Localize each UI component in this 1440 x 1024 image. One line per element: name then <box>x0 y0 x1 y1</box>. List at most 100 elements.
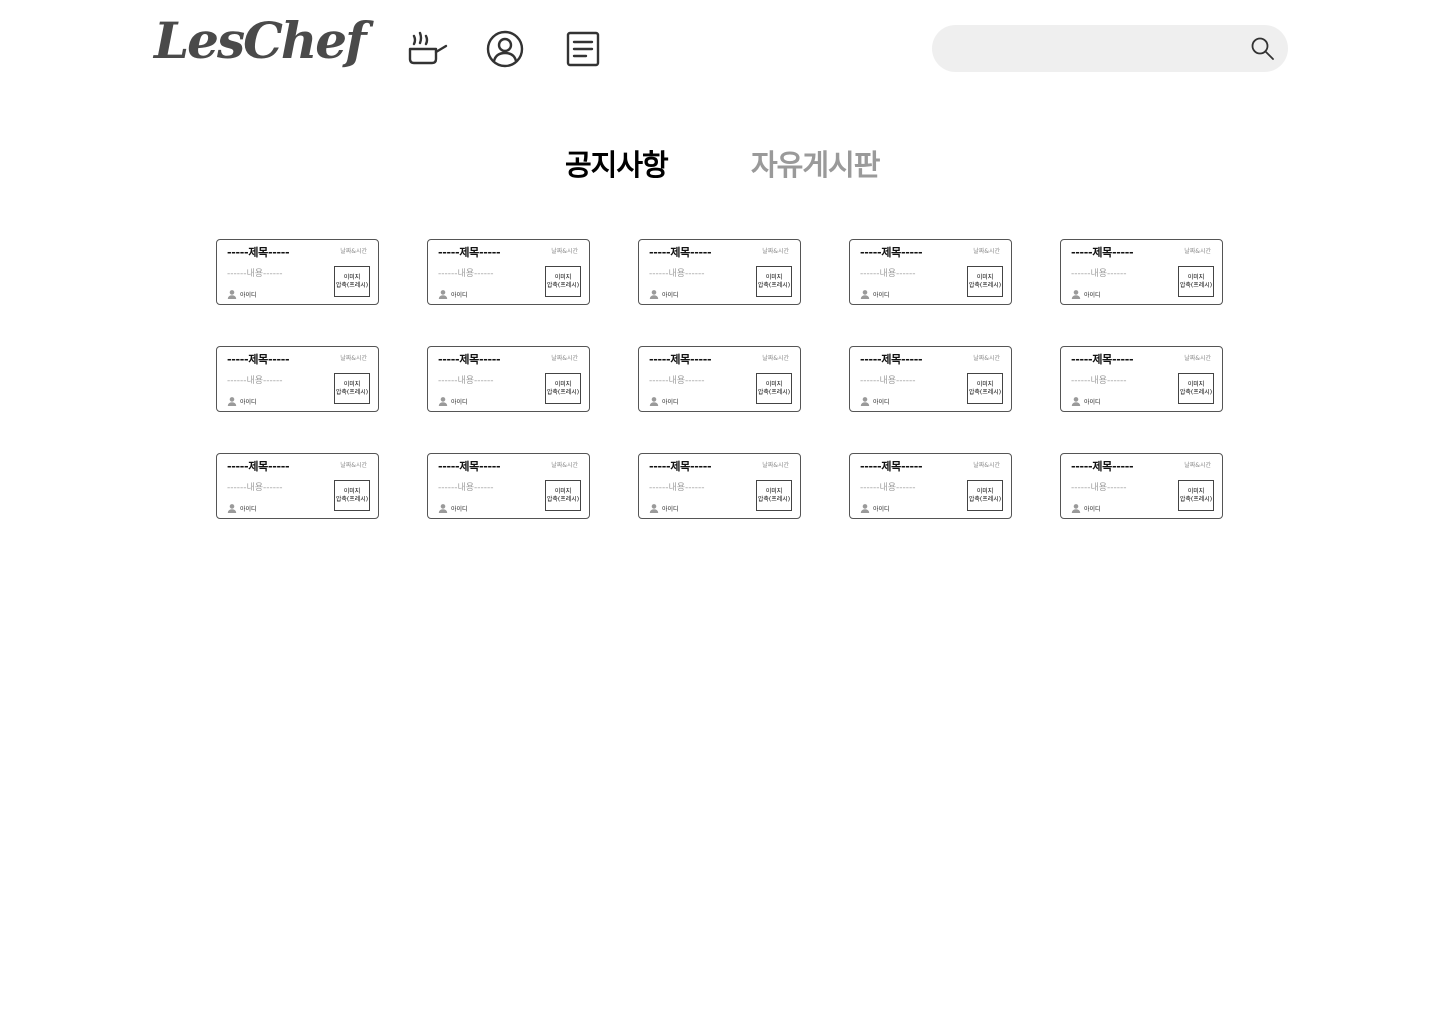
post-date: 날짜&시간 <box>762 462 789 469</box>
thumbnail-sublabel: 압축(프레시) <box>757 281 791 289</box>
post-author: 아이디 <box>649 503 679 513</box>
post-thumbnail: 이미지 압축(프레시) <box>545 480 581 511</box>
avatar-icon <box>227 290 237 299</box>
author-id: 아이디 <box>451 398 468 406</box>
thumbnail-label: 이미지 <box>343 273 361 281</box>
post-author: 아이디 <box>438 396 468 406</box>
thumbnail-label: 이미지 <box>1187 273 1205 281</box>
user-circle-icon[interactable] <box>484 28 526 70</box>
post-author: 아이디 <box>227 396 257 406</box>
avatar-icon <box>860 290 870 299</box>
thumbnail-label: 이미지 <box>1187 380 1205 388</box>
post-thumbnail: 이미지 압축(프레시) <box>756 373 792 404</box>
post-card[interactable]: -----제목----- 날짜&시간 ------내용------ 이미지 압축(프레시… <box>427 346 590 412</box>
thumbnail-sublabel: 압축(프레시) <box>1179 281 1213 289</box>
thumbnail-sublabel: 압축(프레시) <box>757 495 791 503</box>
post-card[interactable]: -----제목----- 날짜&시간 ------내용------ 이미지 압축(프레시… <box>216 239 379 305</box>
post-thumbnail: 이미지 압축(프레시) <box>334 266 370 297</box>
avatar-icon <box>1071 504 1081 513</box>
thumbnail-sublabel: 압축(프레시) <box>968 495 1002 503</box>
avatar-icon <box>860 504 870 513</box>
thumbnail-label: 이미지 <box>765 380 783 388</box>
thumbnail-sublabel: 압축(프레시) <box>546 495 580 503</box>
thumbnail-label: 이미지 <box>554 273 572 281</box>
post-card[interactable]: -----제목----- 날짜&시간 ------내용------ 이미지 압축(프레시… <box>849 453 1012 519</box>
cooking-pot-icon[interactable] <box>406 28 448 70</box>
tab-free-board[interactable]: 자유게시판 <box>751 146 880 184</box>
post-card[interactable]: -----제목----- 날짜&시간 ------내용------ 이미지 압축(프레시… <box>849 239 1012 305</box>
tab-notice[interactable]: 공지사항 <box>565 146 669 184</box>
post-content: ------내용------ <box>438 269 494 279</box>
thumbnail-sublabel: 압축(프레시) <box>546 388 580 396</box>
post-author: 아이디 <box>860 396 890 406</box>
post-thumbnail: 이미지 압축(프레시) <box>1178 266 1214 297</box>
post-card[interactable]: -----제목----- 날짜&시간 ------내용------ 이미지 압축(프레시… <box>1060 453 1223 519</box>
post-card[interactable]: -----제목----- 날짜&시간 ------내용------ 이미지 압축(프레시… <box>427 453 590 519</box>
avatar-icon <box>1071 290 1081 299</box>
author-id: 아이디 <box>1084 291 1101 299</box>
logo[interactable]: LesChef <box>154 16 367 66</box>
post-date: 날짜&시간 <box>551 462 578 469</box>
search-icon[interactable] <box>1250 36 1276 62</box>
post-content: ------내용------ <box>860 483 916 493</box>
thumbnail-label: 이미지 <box>976 380 994 388</box>
post-author: 아이디 <box>438 503 468 513</box>
post-card[interactable]: -----제목----- 날짜&시간 ------내용------ 이미지 압축(프레시… <box>638 239 801 305</box>
post-author: 아이디 <box>649 396 679 406</box>
thumbnail-label: 이미지 <box>343 487 361 495</box>
post-card[interactable]: -----제목----- 날짜&시간 ------내용------ 이미지 압축(프레시… <box>216 453 379 519</box>
post-author: 아이디 <box>227 289 257 299</box>
post-title: -----제목----- <box>860 246 923 259</box>
search-bar <box>932 25 1288 74</box>
post-card[interactable]: -----제목----- 날짜&시간 ------내용------ 이미지 압축(프레시… <box>1060 239 1223 305</box>
search-input[interactable] <box>952 25 1246 74</box>
thumbnail-sublabel: 압축(프레시) <box>546 281 580 289</box>
post-thumbnail: 이미지 압축(프레시) <box>967 266 1003 297</box>
avatar-icon <box>438 397 448 406</box>
author-id: 아이디 <box>873 291 890 299</box>
post-content: ------내용------ <box>438 483 494 493</box>
thumbnail-sublabel: 압축(프레시) <box>968 281 1002 289</box>
author-id: 아이디 <box>662 398 679 406</box>
post-date: 날짜&시간 <box>340 248 367 255</box>
post-thumbnail: 이미지 압축(프레시) <box>334 373 370 404</box>
post-date: 날짜&시간 <box>551 248 578 255</box>
post-content: ------내용------ <box>438 376 494 386</box>
author-id: 아이디 <box>1084 505 1101 513</box>
thumbnail-sublabel: 압축(프레시) <box>1179 388 1213 396</box>
post-content: ------내용------ <box>860 269 916 279</box>
post-content: ------내용------ <box>649 483 705 493</box>
avatar-icon <box>649 290 659 299</box>
post-card[interactable]: -----제목----- 날짜&시간 ------내용------ 이미지 압축(프레시… <box>216 346 379 412</box>
thumbnail-label: 이미지 <box>765 273 783 281</box>
author-id: 아이디 <box>240 291 257 299</box>
post-card[interactable]: -----제목----- 날짜&시간 ------내용------ 이미지 압축(프레시… <box>638 453 801 519</box>
post-title: -----제목----- <box>649 460 712 473</box>
post-author: 아이디 <box>1071 396 1101 406</box>
post-thumbnail: 이미지 압축(프레시) <box>1178 373 1214 404</box>
post-card[interactable]: -----제목----- 날짜&시간 ------내용------ 이미지 압축(프레시… <box>1060 346 1223 412</box>
post-card[interactable]: -----제목----- 날짜&시간 ------내용------ 이미지 압축(프레시… <box>427 239 590 305</box>
post-date: 날짜&시간 <box>1184 355 1211 362</box>
post-title: -----제목----- <box>860 353 923 366</box>
post-content: ------내용------ <box>227 376 283 386</box>
post-card[interactable]: -----제목----- 날짜&시간 ------내용------ 이미지 압축(프레시… <box>849 346 1012 412</box>
author-id: 아이디 <box>240 398 257 406</box>
avatar-icon <box>227 397 237 406</box>
thumbnail-label: 이미지 <box>976 273 994 281</box>
post-content: ------내용------ <box>1071 269 1127 279</box>
document-list-icon[interactable] <box>562 28 604 70</box>
post-author: 아이디 <box>860 289 890 299</box>
thumbnail-sublabel: 압축(프레시) <box>335 495 369 503</box>
post-card[interactable]: -----제목----- 날짜&시간 ------내용------ 이미지 압축(프레시… <box>638 346 801 412</box>
post-date: 날짜&시간 <box>973 355 1000 362</box>
post-thumbnail: 이미지 압축(프레시) <box>545 373 581 404</box>
thumbnail-label: 이미지 <box>1187 487 1205 495</box>
author-id: 아이디 <box>873 398 890 406</box>
thumbnail-label: 이미지 <box>765 487 783 495</box>
post-grid: -----제목----- 날짜&시간 ------내용------ 이미지 압축(프레시… <box>216 239 1224 519</box>
post-content: ------내용------ <box>649 376 705 386</box>
post-thumbnail: 이미지 압축(프레시) <box>545 266 581 297</box>
post-content: ------내용------ <box>649 269 705 279</box>
post-date: 날짜&시간 <box>1184 248 1211 255</box>
